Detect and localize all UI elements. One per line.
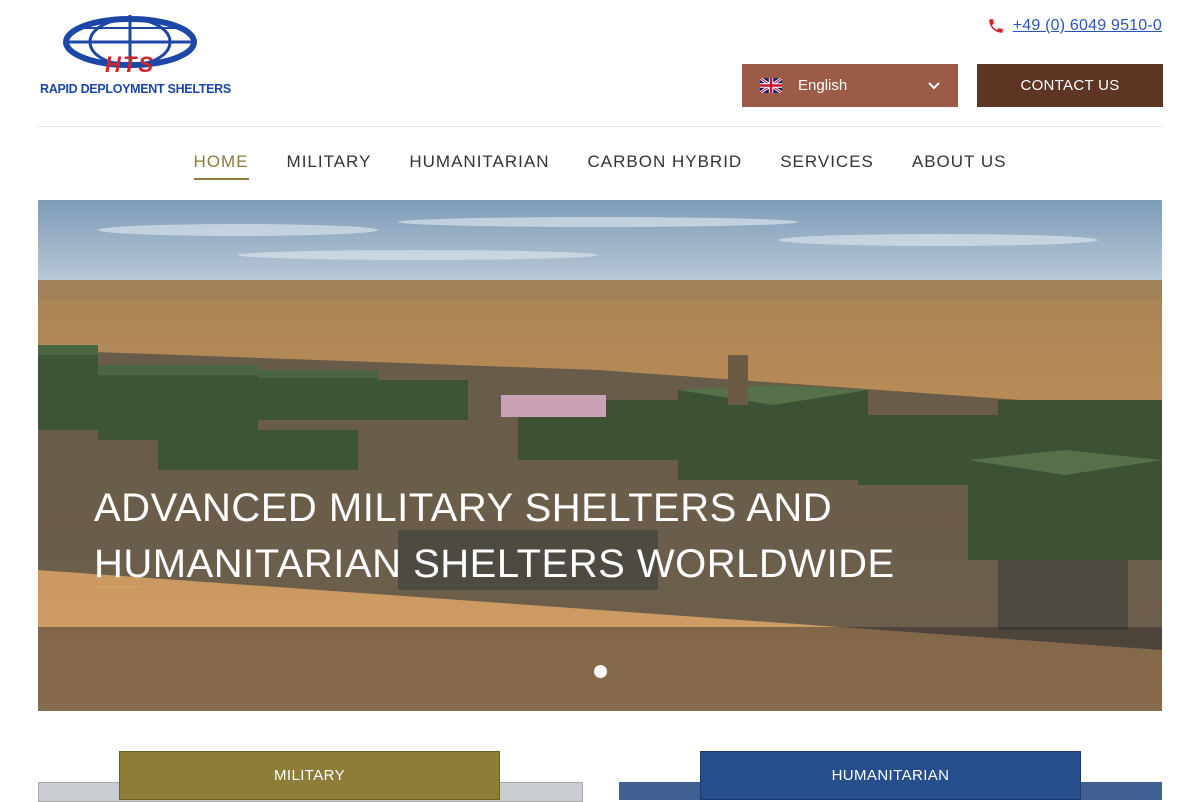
hero-slider: ADVANCED MILITARY SHELTERS AND HUMANITAR…	[38, 200, 1162, 711]
slider-dot-active[interactable]	[594, 665, 607, 678]
brand-logo[interactable]: HTS RAPID DEPLOYMENT SHELTERS	[40, 12, 231, 102]
headline-accent-line	[95, 586, 141, 588]
hero-headline-line-2: HUMANITARIAN SHELTERS WORLDWIDE	[94, 542, 895, 586]
uk-flag-icon	[760, 78, 782, 93]
brand-abbr: HTS	[105, 52, 155, 77]
header-divider	[38, 126, 1162, 127]
chevron-down-icon	[928, 81, 940, 89]
nav-item-services[interactable]: SERVICES	[780, 152, 874, 180]
phone-icon	[989, 19, 1003, 33]
phone-contact: +49 (0) 6049 9510-0	[987, 17, 1162, 35]
hero-headline-line-1: ADVANCED MILITARY SHELTERS AND	[94, 486, 833, 530]
nav-item-about-us[interactable]: ABOUT US	[912, 152, 1007, 180]
humanitarian-category-tab[interactable]: HUMANITARIAN	[700, 751, 1081, 800]
hero-headline: ADVANCED MILITARY SHELTERS AND HUMANITAR…	[94, 480, 994, 592]
nav-item-humanitarian[interactable]: HUMANITARIAN	[409, 152, 549, 180]
nav-item-military[interactable]: MILITARY	[287, 152, 372, 180]
language-select[interactable]: English	[742, 64, 958, 107]
main-nav: HOME MILITARY HUMANITARIAN CARBON HYBRID…	[0, 152, 1200, 180]
nav-item-carbon-hybrid[interactable]: CARBON HYBRID	[588, 152, 743, 180]
hero-image-military-camp	[38, 200, 1162, 711]
phone-link[interactable]: +49 (0) 6049 9510-0	[1013, 17, 1162, 35]
military-category-tab[interactable]: MILITARY	[119, 751, 500, 800]
contact-us-button[interactable]: CONTACT US	[977, 64, 1163, 107]
language-label: English	[798, 77, 848, 94]
brand-tagline: RAPID DEPLOYMENT SHELTERS	[40, 82, 231, 96]
nav-item-home[interactable]: HOME	[193, 152, 249, 180]
